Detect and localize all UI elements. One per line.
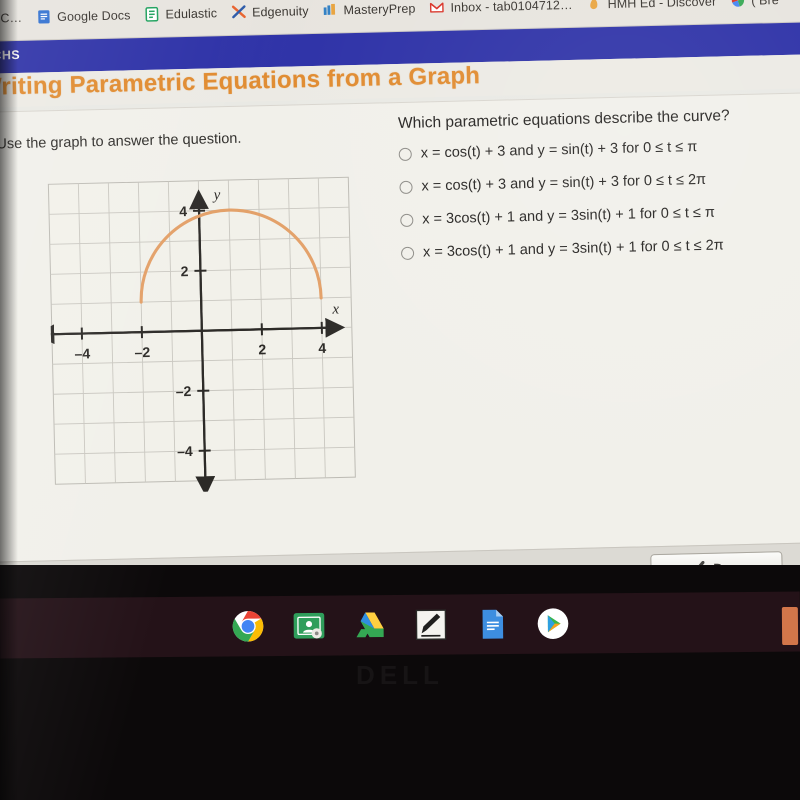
chrome-icon[interactable] <box>230 609 264 643</box>
laptop-screen: C… Google Docs Edulastic Edgenuity Maste… <box>0 0 800 608</box>
laptop-bezel: DELL <box>0 565 800 800</box>
x-tick-label: 2 <box>258 341 266 357</box>
browser-tab-label: Edgenuity <box>251 3 309 19</box>
browser-tab-1[interactable]: Google Docs <box>32 0 141 32</box>
google-docs-icon[interactable] <box>474 607 508 641</box>
answer-choice-d[interactable]: x = 3cos(t) + 1 and y = 3sin(t) + 1 for … <box>400 236 724 263</box>
radio-button-icon[interactable] <box>400 246 415 261</box>
dock-edge-indicator <box>781 606 799 646</box>
x-axis-label: x <box>331 301 339 317</box>
coordinate-graph: –4 –2 2 4 4 2 –2 –4 y x <box>47 176 356 496</box>
browser-tab-7[interactable]: ( Bre <box>726 0 789 16</box>
laptop-photo: C… Google Docs Edulastic Edgenuity Maste… <box>0 0 800 800</box>
browser-tab-label: ( Bre <box>751 0 779 7</box>
answer-choice-label: x = 3cos(t) + 1 and y = 3sin(t) + 1 for … <box>422 237 724 261</box>
answer-choice-label: x = cos(t) + 3 and y = sin(t) + 3 for 0 … <box>421 171 707 195</box>
radio-button-icon[interactable] <box>399 180 413 195</box>
browser-tab-label: Inbox - tab0104712… <box>450 0 573 15</box>
y-tick-label: –4 <box>177 443 193 459</box>
google-classroom-icon[interactable] <box>291 609 325 643</box>
browser-tab-4[interactable]: MasteryPrep <box>318 0 426 25</box>
x-tick-label: –4 <box>74 345 90 361</box>
browser-tab-label: Google Docs <box>56 7 131 24</box>
y-tick-label: 2 <box>180 263 188 279</box>
school-name: OCHS <box>0 47 21 63</box>
browser-tab-label: MasteryPrep <box>343 1 416 17</box>
radio-button-icon[interactable] <box>400 213 414 228</box>
answer-choice-a[interactable]: x = cos(t) + 3 and y = sin(t) + 3 for 0 … <box>398 137 722 164</box>
y-tick-label: 4 <box>179 203 187 219</box>
browser-tab-label: HMH Ed - Discover <box>607 0 717 11</box>
browser-tab-3[interactable]: Edgenuity <box>227 0 319 28</box>
gmail-icon <box>430 2 444 13</box>
device-brand-logo: DELL <box>356 660 444 690</box>
browser-tab-2[interactable]: Edulastic <box>140 0 227 30</box>
answer-choice-label: x = 3cos(t) + 1 and y = 3sin(t) + 1 for … <box>422 204 716 228</box>
hmh-icon <box>590 0 598 10</box>
browser-tab-label: Edulastic <box>165 5 218 21</box>
browser-tab-6[interactable]: HMH Ed - Discover <box>582 0 726 19</box>
edulastic-icon <box>145 6 159 22</box>
notes-pencil-icon[interactable] <box>413 608 447 642</box>
masteryprep-icon <box>323 3 336 15</box>
radio-button-icon[interactable] <box>398 147 412 162</box>
graph-svg: –4 –2 2 4 4 2 –2 –4 y x <box>47 176 356 496</box>
question-text: Which parametric equations describe the … <box>397 107 730 133</box>
x-tick-label: –2 <box>134 344 150 360</box>
google-drive-icon[interactable] <box>352 608 386 642</box>
browser-tab-0[interactable]: C… <box>0 2 33 33</box>
y-axis-label: y <box>211 187 220 203</box>
dock <box>0 590 800 661</box>
google-docs-icon <box>37 10 50 24</box>
instruction-text: Use the graph to answer the question. <box>0 130 242 153</box>
slides-icon <box>731 0 745 7</box>
answer-choice-label: x = cos(t) + 3 and y = sin(t) + 3 for 0 … <box>420 139 698 162</box>
play-store-icon[interactable] <box>535 607 569 641</box>
question-card: Use the graph to answer the question. –4… <box>0 92 800 563</box>
answer-choice-c[interactable]: x = 3cos(t) + 1 and y = 3sin(t) + 1 for … <box>400 203 723 230</box>
answer-choice-list: x = cos(t) + 3 and y = sin(t) + 3 for 0 … <box>398 137 725 277</box>
browser-tab-label: C… <box>0 10 23 25</box>
answer-choice-b[interactable]: x = cos(t) + 3 and y = sin(t) + 3 for 0 … <box>399 170 722 197</box>
edgenuity-icon <box>231 5 246 19</box>
y-tick-label: –2 <box>176 383 192 399</box>
browser-tab-5[interactable]: Inbox - tab0104712… <box>425 0 583 23</box>
x-tick-label: 4 <box>318 340 326 356</box>
